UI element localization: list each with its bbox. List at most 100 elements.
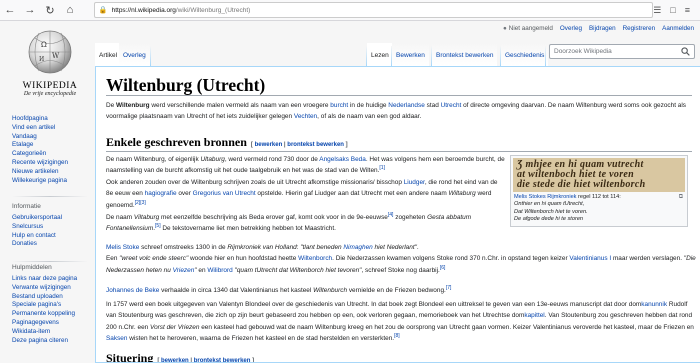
login-link[interactable]: Aanmelden (662, 25, 694, 32)
link-nimaghen[interactable]: Nimaghen (343, 244, 372, 251)
contributions-link[interactable]: Bijdragen (589, 25, 616, 32)
paragraph-6: In 1757 werd een boek uitgegeven van Val… (106, 301, 694, 343)
tab-history[interactable]: Geschiedenis (501, 43, 549, 66)
caption-quote-1: Onthier en hi quam tUtrecht, (514, 201, 585, 208)
url-host: https://nl.wikipedia.org (111, 6, 176, 14)
edit-source-section-link[interactable]: brontekst bewerken (287, 142, 344, 148)
tab-edit[interactable]: Bewerken (392, 43, 429, 66)
reader-icon[interactable]: □ (670, 5, 675, 16)
sidebar-tools-item[interactable]: Bestand uploaden (12, 293, 92, 302)
thumbnail-rijmkroniek: Ʒ mhjee en hi quam vutrecht at wiltenboc… (510, 155, 688, 227)
caption-link[interactable]: Melis Stokes Rijmkroniek (514, 194, 576, 200)
link-burcht[interactable]: burcht (330, 102, 348, 109)
sidebar-info-item[interactable]: Snelcursus (12, 223, 92, 232)
link-wiltenborch[interactable]: Wiltenborch (298, 255, 332, 262)
link-wilibrord[interactable]: Wilibrord (207, 267, 232, 274)
wikipedia-logo[interactable]: Ω W И Wikipedia De vrije encyclopedie (10, 29, 90, 124)
logo-wordmark: Wikipedia (22, 81, 78, 91)
sidebar-tools-heading: Hulpmiddelen (12, 264, 52, 271)
sidebar-info-item[interactable]: Donaties (12, 240, 92, 249)
home-icon[interactable]: ⌂ (60, 0, 80, 21)
sidebar-tools-item[interactable]: Deze pagina citeren (12, 337, 92, 346)
edit-section-link-2[interactable]: bewerken (161, 358, 189, 362)
tab-talk[interactable]: Overleg (119, 43, 150, 66)
paragraph-2: Ook anderen zouden over de Wiltenburg sc… (106, 179, 498, 209)
thumbnail-caption: ⧉ Melis Stokes Rijmkroniek regel 112 tot… (513, 192, 685, 225)
link-saksen[interactable]: Saksen (106, 335, 127, 342)
sidebar-tools-item[interactable]: Links naar deze pagina (12, 275, 92, 284)
sidebar-nav-item[interactable]: Vind een artikel (12, 124, 92, 133)
edit-section-link[interactable]: bewerken (255, 142, 283, 148)
tab-read[interactable]: Lezen (367, 43, 393, 66)
link-valentinianus[interactable]: Valentinianus I (569, 255, 611, 262)
sidebar-tools-item[interactable]: Permanente koppeling (12, 310, 92, 319)
reload-icon[interactable]: ↻ (40, 0, 60, 21)
link-nederlandse[interactable]: Nederlandse (388, 102, 425, 109)
section-rule (106, 151, 692, 152)
sidebar-nav-item[interactable]: Willekeurige pagina (12, 177, 92, 186)
menu-icon[interactable]: ≡ (685, 5, 690, 16)
sidebar-divider (12, 261, 88, 262)
search-placeholder: Doorzoek Wikipedia (554, 48, 612, 55)
sidebar-tools: Hulpmiddelen Links naar deze pagina Verwa… (12, 264, 92, 345)
talk-link[interactable]: Overleg (560, 25, 582, 32)
sidebar-nav-item[interactable]: Nieuwe artikelen (12, 168, 92, 177)
address-bar[interactable]: 🔒 https://nl.wikipedia.org/wiki/Wiltenbu… (93, 2, 654, 18)
sidebar-tools-item[interactable]: Speciale pagina's (12, 301, 92, 310)
link-utrecht[interactable]: Utrecht (441, 102, 462, 109)
sidebar-nav-item[interactable]: Vandaag (12, 133, 92, 142)
link-angelsaks-beda[interactable]: Angelsaks Beda (319, 156, 366, 163)
sidebar-nav-item[interactable]: Categorieën (12, 150, 92, 159)
sidebar-tools-item[interactable]: Verwante wijzigingen (12, 284, 92, 293)
sidebar-divider (12, 196, 88, 197)
sidebar-nav-item[interactable]: Recente wijzigingen (12, 159, 92, 168)
tab-divider (150, 46, 151, 66)
back-icon[interactable]: ← (0, 0, 20, 21)
sidebar-info-item[interactable]: Gebruikersportaal (12, 214, 92, 223)
link-gregorius[interactable]: Gregorius van Utrecht (193, 190, 256, 197)
svg-text:И: И (39, 56, 44, 63)
sidebar-tools-item[interactable]: Wikidata-item (12, 328, 92, 337)
create-account-link[interactable]: Registreren (623, 25, 656, 32)
caption-quote-2: Dat Wiltenborch hiet te voren. (514, 208, 588, 215)
lock-icon: 🔒 (98, 7, 108, 14)
search-input[interactable]: Doorzoek Wikipedia (549, 44, 695, 59)
url-path: /wiki/Wiltenburg_(Utrecht) (175, 6, 251, 14)
link-vriezen[interactable]: Vriezen (173, 267, 195, 274)
forward-icon[interactable]: → (20, 0, 40, 21)
enlarge-icon[interactable]: ⧉ (679, 194, 683, 201)
user-icon: ● (502, 25, 507, 32)
link-johannes-de-beke[interactable]: Johannes de Beke (106, 287, 159, 294)
section-heading-bronnen: Enkele geschreven bronnen[ bewerken | br… (106, 135, 348, 149)
link-hagiografie[interactable]: hagiografie (145, 190, 177, 197)
paragraph-1: De naam Wiltenburg, of eigenlijk Ultabur… (106, 156, 505, 175)
puzzle-globe-icon: Ω W И (28, 30, 72, 74)
sidebar-tools-item[interactable]: Paginagegevens (12, 319, 92, 328)
sidebar-nav-item[interactable]: Etalage (12, 141, 92, 150)
tab-divider (545, 46, 546, 66)
manuscript-line: die stede die hiet wiltenborch (517, 179, 646, 190)
caption-quote-3: De afgode dede hi te storen (514, 215, 584, 222)
tab-article[interactable]: Artikel (95, 43, 122, 66)
tab-edit-source[interactable]: Brontekst bewerken (432, 43, 498, 66)
sidebar-info-heading: Informatie (12, 203, 41, 210)
svg-text:W: W (52, 52, 60, 60)
link-liudger[interactable]: Liudger (404, 179, 425, 186)
not-logged-in: ● Niet aangemeld (502, 25, 553, 32)
lead-paragraph: De Wiltenburg werd verschillende malen v… (106, 102, 687, 121)
link-vechten[interactable]: Vechten (294, 113, 317, 120)
link-kapittel[interactable]: kapittel (524, 312, 544, 319)
sidebar-navigation: Hoofdpagina Vind een artikel Vandaag Etalag… (12, 115, 92, 185)
search-icon[interactable] (681, 47, 690, 56)
manuscript-image[interactable]: Ʒ mhjee en hi quam vutrecht at wiltenboc… (513, 158, 685, 192)
sidebar-info-item[interactable]: Hulp en contact (12, 232, 92, 241)
edit-source-section-link-2[interactable]: brontekst bewerken (194, 358, 251, 362)
logo-tagline: De vrije encyclopedie (23, 91, 77, 97)
link-melis-stoke[interactable]: Melis Stoke (106, 244, 139, 251)
personal-tools: ● Niet aangemeld Overleg Bijdragen Regist… (503, 25, 694, 32)
section-heading-situering: Situering[ bewerken | brontekst bewerken… (106, 351, 255, 363)
link-kanunnik[interactable]: kanunnik (641, 301, 667, 308)
sidebar-nav-item[interactable]: Hoofdpagina (12, 115, 92, 124)
article-content: Wiltenburg (Utrecht) De Wiltenburg werd … (95, 66, 700, 363)
library-icon[interactable]: ☰ (653, 5, 661, 16)
